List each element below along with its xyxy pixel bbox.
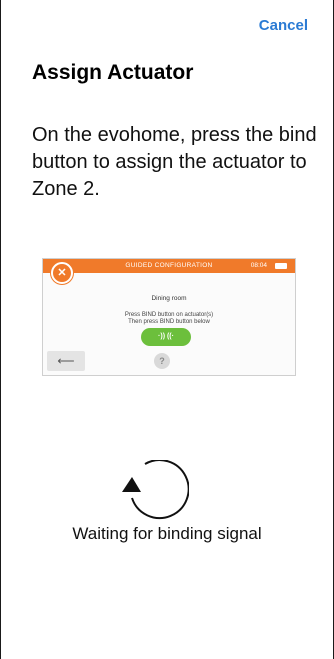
- back-arrow-icon: ⟵: [47, 351, 85, 371]
- battery-icon: [275, 263, 287, 269]
- device-time: 08:04: [250, 262, 267, 269]
- device-instruction-line-1: Press BIND button on actuator(s): [124, 312, 214, 318]
- close-icon: ✕: [51, 262, 73, 284]
- cancel-button[interactable]: Cancel: [259, 17, 308, 34]
- page-title: Assign Actuator: [32, 61, 194, 84]
- device-room-name: Dining room: [151, 295, 187, 302]
- status-text: Waiting for binding signal: [72, 524, 262, 543]
- help-icon: ?: [154, 353, 170, 369]
- device-instruction-line-2: Then press BIND button below: [128, 319, 210, 325]
- refresh-icon: [122, 460, 189, 520]
- evohome-device-image: GUIDED CONFIGURATION 08:04 ✕ Dining room…: [42, 258, 296, 376]
- device-header-bar: GUIDED CONFIGURATION 08:04: [43, 259, 295, 273]
- device-bind-icon: ·)) ((·: [141, 328, 191, 346]
- instruction-text: On the evohome, press the bind button to…: [32, 124, 317, 200]
